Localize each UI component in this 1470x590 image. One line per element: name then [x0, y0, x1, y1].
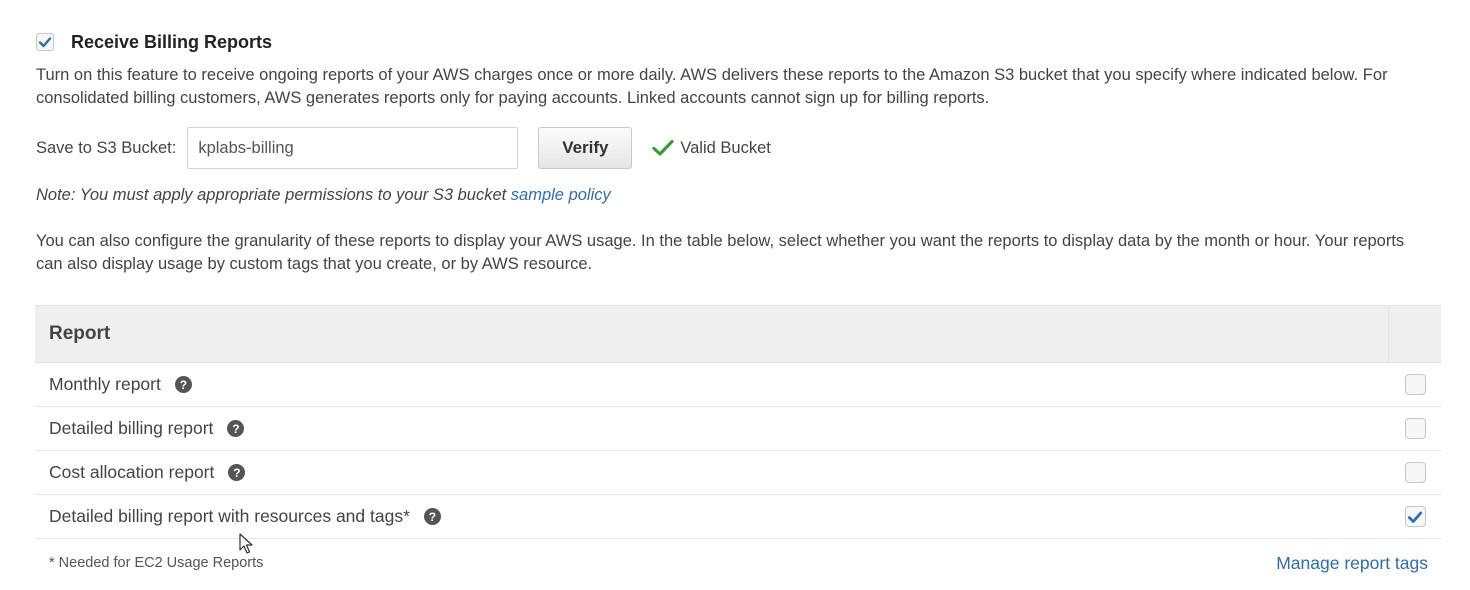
receive-billing-reports-checkbox[interactable] [36, 33, 54, 51]
valid-bucket-text: Valid Bucket [680, 138, 771, 157]
help-icon[interactable]: ? [228, 464, 246, 481]
report-column-header: Report [49, 323, 111, 344]
detailed-billing-report-checkbox[interactable] [1404, 418, 1426, 439]
report-label-cost-allocation: Cost allocation report [49, 462, 215, 482]
table-row: Monthly report ? [35, 363, 1441, 407]
billing-preferences-page: Receive Billing Reports Turn on this fea… [0, 0, 1470, 590]
report-label-monthly: Monthly report [49, 374, 161, 394]
report-table-header: Report [35, 305, 1441, 363]
checkmark-icon [1407, 511, 1423, 523]
table-row: Cost allocation report ? [35, 451, 1441, 495]
s3-bucket-row: Save to S3 Bucket: Verify Valid Bucket [36, 127, 771, 169]
report-table: Report Monthly report ? Detailed billing… [35, 305, 1441, 539]
granularity-description: You can also configure the granularity o… [36, 232, 1405, 273]
select-column-header [1388, 306, 1441, 362]
verify-button[interactable]: Verify [538, 127, 633, 169]
report-label-detailed-resources-tags: Detailed billing report with resources a… [49, 506, 410, 526]
table-row: Detailed billing report ? [35, 407, 1441, 451]
s3-bucket-label: Save to S3 Bucket: [36, 138, 177, 157]
manage-report-tags-link[interactable]: Manage report tags [1276, 553, 1428, 574]
s3-bucket-input[interactable] [187, 127, 519, 169]
mouse-cursor-icon [239, 533, 253, 554]
valid-bucket-status: Valid Bucket [652, 139, 771, 158]
permissions-note-text: Note: You must apply appropriate permiss… [36, 186, 507, 204]
footnote: * Needed for EC2 Usage Reports [49, 555, 264, 571]
help-icon[interactable]: ? [423, 508, 441, 525]
section-title: Receive Billing Reports [71, 31, 273, 52]
receive-billing-reports-row: Receive Billing Reports [36, 30, 272, 54]
detailed-resources-tags-checkbox[interactable] [1404, 506, 1426, 527]
checkmark-icon [652, 139, 674, 157]
permissions-note: Note: You must apply appropriate permiss… [36, 186, 611, 205]
monthly-report-checkbox[interactable] [1404, 374, 1426, 395]
report-label-detailed-billing: Detailed billing report [49, 418, 214, 438]
help-icon[interactable]: ? [174, 376, 192, 393]
sample-policy-link[interactable]: sample policy [511, 186, 611, 204]
help-icon[interactable]: ? [227, 420, 245, 437]
checkmark-icon [38, 37, 52, 48]
cost-allocation-report-checkbox[interactable] [1404, 462, 1426, 483]
intro-description: Turn on this feature to receive ongoing … [36, 66, 1388, 107]
